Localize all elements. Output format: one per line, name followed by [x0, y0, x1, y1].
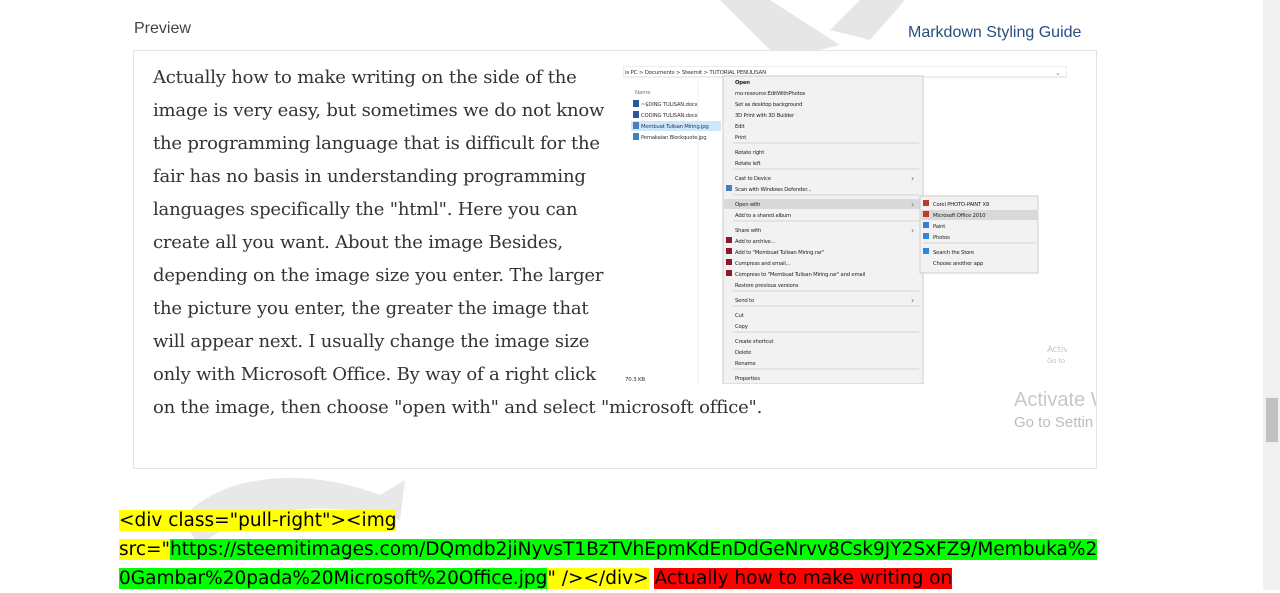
file-icon — [633, 100, 639, 107]
app-icon — [923, 200, 929, 206]
code-red-text: Actually how to make writing on — [654, 568, 953, 589]
context-menu-item: Copy — [735, 324, 748, 330]
context-menu-item: Create shortcut — [735, 339, 773, 345]
context-menu-item: Cast to Device — [735, 176, 771, 182]
menu-item-icon — [726, 270, 732, 276]
context-menu-item: Print — [735, 135, 746, 141]
context-menu-item: 3D Print with 3D Builder — [735, 113, 795, 119]
file-icon — [633, 133, 639, 140]
markdown-guide-link[interactable]: Markdown Styling Guide — [908, 24, 1081, 42]
submenu-arrow-icon: › — [911, 296, 914, 305]
svg-text:70.3 KB: 70.3 KB — [625, 377, 645, 383]
context-menu-item: Edit — [735, 124, 745, 130]
context-menu-item: Scan with Windows Defender... — [735, 187, 812, 193]
submenu-item: Microsoft Office 2010 — [933, 213, 986, 219]
app-icon — [923, 233, 929, 239]
context-menu-item: Restore previous versions — [735, 283, 799, 289]
context-menu-item: Share with — [735, 228, 761, 234]
activate-line1: Activate W — [1014, 389, 1096, 411]
submenu-item: Search the Store — [933, 250, 974, 256]
context-menu-item: Properties — [735, 376, 760, 382]
file-name: Membuat Tulisan Miring.jpg — [641, 124, 709, 130]
context-menu-item: Cut — [735, 313, 744, 319]
context-menu-item: Add to a shared album — [735, 213, 791, 219]
app-icon — [923, 222, 929, 228]
submenu-item: Corel PHOTO-PAINT X8 — [933, 202, 990, 208]
context-menu-item: Delete — [735, 350, 751, 356]
code-src-attr: src=" — [119, 539, 171, 560]
submenu-item: Photos — [933, 235, 950, 241]
submenu-arrow-icon: › — [911, 226, 914, 235]
vertical-scrollbar[interactable] — [1263, 0, 1280, 590]
submenu-arrow-icon: › — [911, 200, 914, 209]
svg-text:Name: Name — [635, 90, 651, 96]
context-menu-item: Set as desktop background — [735, 102, 802, 108]
explorer-context-menu-screenshot: is PC > Documents > Steemit > TUTORIAL P… — [622, 65, 1072, 385]
windows-activation-notice: Activate W Go to Settin — [1014, 389, 1096, 431]
svg-text:Go to S: Go to S — [1047, 357, 1067, 365]
context-menu-item: Rotate right — [735, 150, 764, 156]
context-menu-item: Compress to "Membuat Tulisan Miring.rar"… — [735, 272, 865, 278]
context-menu-item: Send to — [735, 298, 754, 304]
context-menu-item: Add to "Membuat Tulisan Miring.rar" — [735, 250, 824, 256]
context-menu-item: Open with — [735, 202, 760, 208]
svg-text:⌄: ⌄ — [1055, 69, 1061, 77]
file-name: CODING TULISAN.docx — [641, 113, 698, 119]
menu-item-icon — [726, 185, 732, 191]
context-menu-item: Rotate left — [735, 161, 761, 167]
context-menu-item: Open — [735, 80, 750, 86]
submenu-item: Choose another app — [933, 261, 984, 267]
code-div-open: <div class="pull-right"><img — [119, 510, 397, 531]
menu-item-icon — [726, 237, 732, 243]
submenu-arrow-icon: › — [911, 174, 914, 183]
app-icon — [923, 248, 929, 254]
scrollbar-thumb[interactable] — [1266, 398, 1278, 442]
file-name: ~$DING TULISAN.docx — [641, 102, 697, 108]
html-code-snippet: <div class="pull-right"><img src="https:/… — [119, 506, 1104, 593]
file-icon — [633, 122, 639, 129]
preview-panel: is PC > Documents > Steemit > TUTORIAL P… — [133, 50, 1097, 469]
svg-text:Activ: Activ — [1047, 345, 1067, 355]
activate-line2: Go to Settin — [1014, 414, 1094, 431]
context-menu-item: Rename — [735, 361, 756, 367]
code-div-close: " /></div> — [547, 568, 649, 589]
context-menu-item: Compress and email... — [735, 261, 791, 267]
svg-text:is PC > Documents > Steemi: is PC > Documents > Steemit > TUTORIAL P… — [625, 70, 766, 76]
file-name: Pemakaian Blockquote.jpg — [641, 135, 706, 141]
app-icon — [923, 211, 929, 217]
menu-item-icon — [726, 259, 732, 265]
preview-label: Preview — [134, 20, 191, 37]
menu-item-icon — [726, 248, 732, 254]
screenshot-image: is PC > Documents > Steemit > TUTORIAL P… — [622, 65, 1072, 385]
file-icon — [633, 111, 639, 118]
submenu-item: Paint — [933, 224, 945, 230]
context-menu-item: Add to archive... — [735, 239, 776, 245]
preview-content: is PC > Documents > Steemit > TUTORIAL P… — [153, 61, 1088, 424]
context-menu-item: mo-resource:EditWithPhotos — [735, 91, 805, 97]
